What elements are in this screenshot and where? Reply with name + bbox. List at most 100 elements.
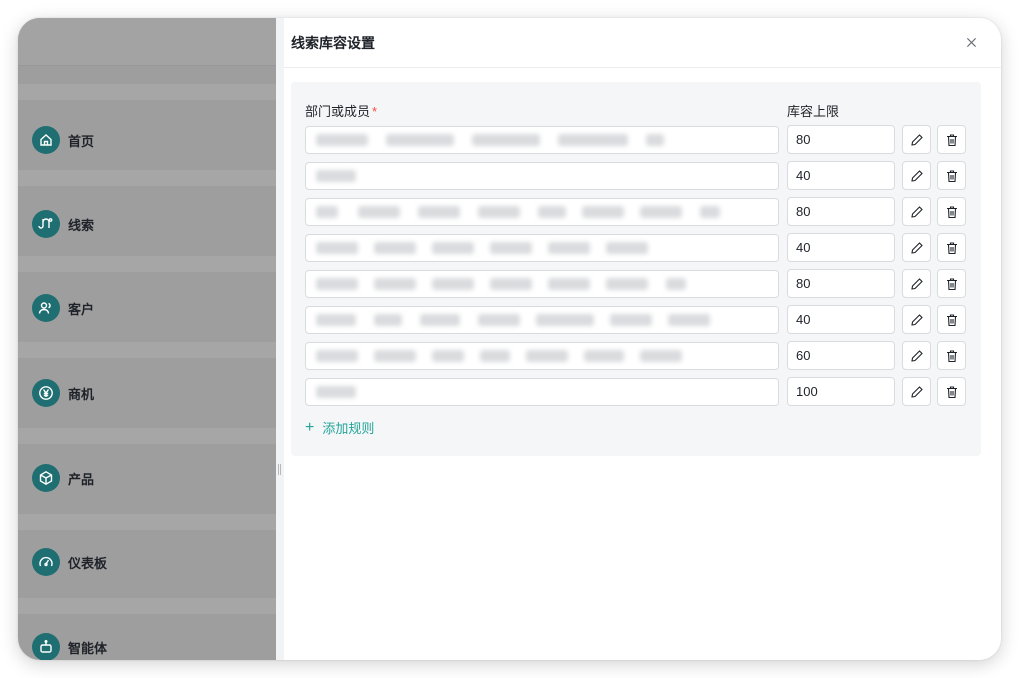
trash-icon xyxy=(946,241,957,254)
resize-handle[interactable] xyxy=(276,464,282,476)
gauge-icon xyxy=(32,548,60,576)
limit-input[interactable] xyxy=(787,125,895,154)
member-select[interactable] xyxy=(305,342,779,370)
sidebar-item-label: 商机 xyxy=(68,386,95,402)
delete-button[interactable] xyxy=(937,161,966,190)
field-fade xyxy=(744,343,778,369)
member-tag xyxy=(640,206,682,218)
edit-button[interactable] xyxy=(902,161,931,190)
delete-button[interactable] xyxy=(937,377,966,406)
member-tag xyxy=(374,242,416,254)
member-tag xyxy=(316,134,368,146)
required-mark: * xyxy=(372,104,378,119)
limit-input[interactable] xyxy=(787,305,895,334)
delete-button[interactable] xyxy=(937,341,966,370)
trash-icon xyxy=(946,349,957,362)
trash-icon xyxy=(946,313,957,326)
field-fade xyxy=(744,163,778,189)
edit-button[interactable] xyxy=(902,125,931,154)
member-tag xyxy=(316,314,356,326)
route-icon xyxy=(32,210,60,238)
trash-icon xyxy=(946,205,957,218)
member-tag xyxy=(548,278,590,290)
rule-row xyxy=(305,305,967,335)
trash-icon xyxy=(946,169,957,182)
rule-row xyxy=(305,197,967,227)
app-window: 首页 线索 客户 商机 产品 仪表板 智能体 线索库容设置 部门或成员 * 库容… xyxy=(18,18,1001,660)
member-tag xyxy=(646,134,664,146)
plus-icon: + xyxy=(305,418,315,436)
member-tag xyxy=(374,350,416,362)
member-tag xyxy=(418,206,460,218)
edit-button[interactable] xyxy=(902,305,931,334)
member-tag xyxy=(472,134,540,146)
sidebar-item-customers[interactable]: 客户 xyxy=(32,293,94,323)
limit-input[interactable] xyxy=(787,377,895,406)
member-tag xyxy=(386,134,454,146)
edit-button[interactable] xyxy=(902,269,931,298)
limit-input[interactable] xyxy=(787,197,895,226)
member-tag xyxy=(316,350,358,362)
limit-input[interactable] xyxy=(787,233,895,262)
limit-input[interactable] xyxy=(787,341,895,370)
member-select[interactable] xyxy=(305,378,779,406)
member-tag xyxy=(432,350,464,362)
sidebar-item-leads[interactable]: 线索 xyxy=(32,209,94,239)
close-icon xyxy=(966,37,976,48)
pencil-icon xyxy=(910,277,923,290)
member-select[interactable] xyxy=(305,234,779,262)
edit-button[interactable] xyxy=(902,197,931,226)
field-fade xyxy=(744,127,778,153)
edit-button[interactable] xyxy=(902,377,931,406)
delete-button[interactable] xyxy=(937,197,966,226)
member-tag xyxy=(584,350,624,362)
sidebar-divider xyxy=(18,428,276,444)
edit-button[interactable] xyxy=(902,341,931,370)
member-select[interactable] xyxy=(305,306,779,334)
member-tag xyxy=(582,206,624,218)
sidebar-item-opportunities[interactable]: 商机 xyxy=(32,378,94,408)
member-select[interactable] xyxy=(305,162,779,190)
delete-button[interactable] xyxy=(937,233,966,262)
sidebar-item-agents[interactable]: 智能体 xyxy=(32,632,107,660)
sidebar-item-home[interactable]: 首页 xyxy=(32,125,94,155)
member-tag xyxy=(548,242,590,254)
member-select[interactable] xyxy=(305,126,779,154)
sidebar-item-products[interactable]: 产品 xyxy=(32,463,94,493)
limit-input[interactable] xyxy=(787,161,895,190)
users-icon xyxy=(32,294,60,322)
field-fade xyxy=(744,307,778,333)
member-tag xyxy=(668,314,710,326)
pencil-icon xyxy=(910,169,923,182)
rule-row xyxy=(305,341,967,371)
sidebar-divider xyxy=(18,84,276,100)
rule-list: 部门或成员 * 库容上限 80 40 80 40 80 40 60 100 + … xyxy=(291,82,981,456)
add-rule-label: 添加规则 xyxy=(322,421,375,436)
home-icon xyxy=(32,126,60,154)
pencil-icon xyxy=(910,385,923,398)
edit-button[interactable] xyxy=(902,233,931,262)
delete-button[interactable] xyxy=(937,305,966,334)
close-button[interactable] xyxy=(961,33,981,53)
sidebar-item-dashboard[interactable]: 仪表板 xyxy=(32,547,107,577)
limit-column-label: 库容上限 xyxy=(787,104,840,119)
delete-button[interactable] xyxy=(937,269,966,298)
rule-row xyxy=(305,125,967,155)
rule-row xyxy=(305,377,967,407)
limit-input[interactable] xyxy=(787,269,895,298)
sidebar-divider xyxy=(18,256,276,272)
member-tag xyxy=(374,278,416,290)
member-select[interactable] xyxy=(305,198,779,226)
member-tag xyxy=(538,206,566,218)
field-fade xyxy=(744,271,778,297)
sidebar-item-label: 客户 xyxy=(68,301,95,317)
member-select[interactable] xyxy=(305,270,779,298)
member-tag xyxy=(478,206,520,218)
member-tag xyxy=(316,242,358,254)
panel-edge xyxy=(276,18,284,660)
add-rule-button[interactable]: + 添加规则 xyxy=(305,418,374,437)
delete-button[interactable] xyxy=(937,125,966,154)
sidebar-divider xyxy=(18,598,276,614)
box-icon xyxy=(32,464,60,492)
member-tag xyxy=(610,314,652,326)
